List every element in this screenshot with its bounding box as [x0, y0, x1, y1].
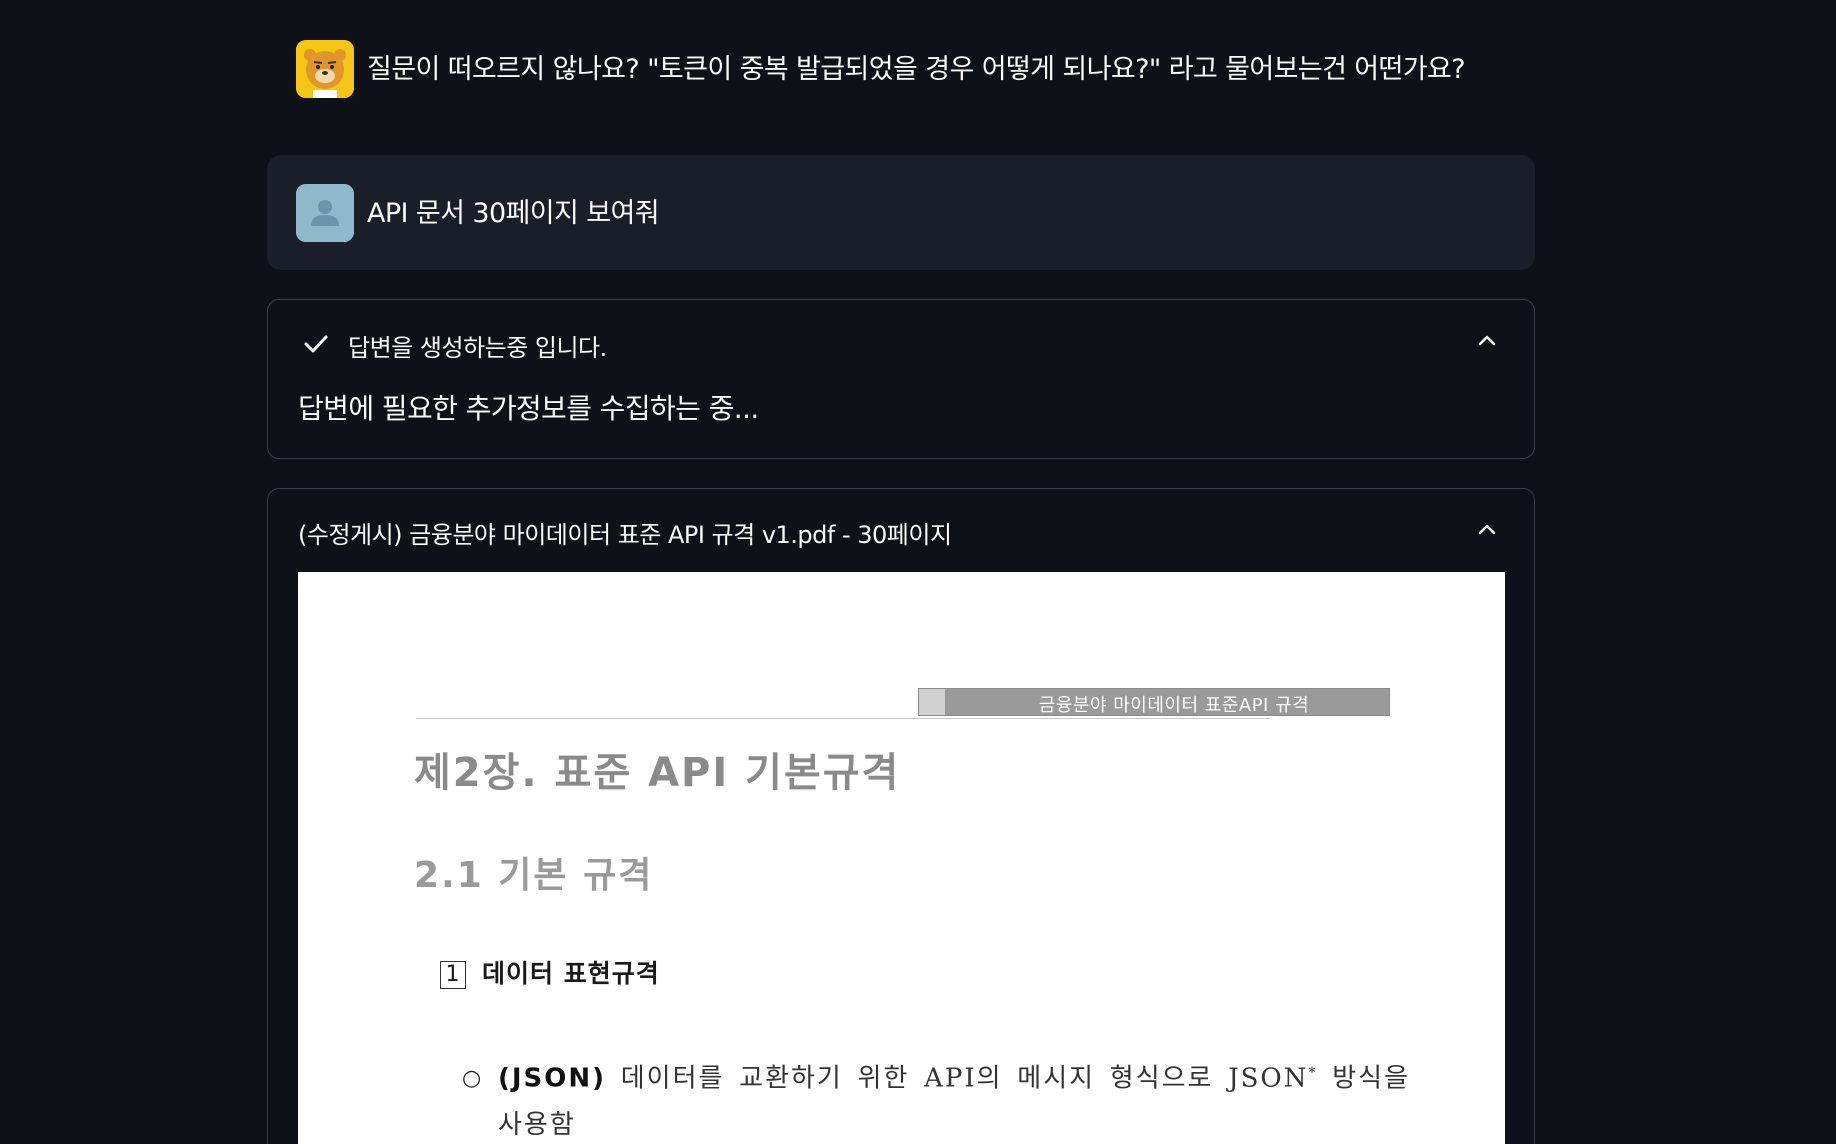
doc-subsection-text: 데이터 표현규격: [482, 959, 660, 988]
doc-paragraph: (JSON) 데이터를 교환하기 위한 API의 메시지 형식으로 JSON* …: [498, 1050, 1410, 1144]
doc-section-title: 2.1 기본 규격: [414, 855, 654, 896]
doc-paragraph-text: 데이터를 교환하기 위한 API의 메시지 형식으로 JSON: [606, 1063, 1309, 1094]
status-expander-title: 답변을 생성하는중 입니다.: [348, 334, 607, 362]
check-icon: [302, 330, 330, 358]
doc-chapter-title: 제2장. 표준 API 기본규격: [414, 750, 901, 796]
doc-header-divider: [416, 718, 1270, 719]
status-expander[interactable]: 답변을 생성하는중 입니다. 답변에 필요한 추가정보를 수집하는 중...: [267, 299, 1535, 459]
status-expander-body: 답변에 필요한 추가정보를 수집하는 중...: [298, 392, 759, 425]
bot-avatar-icon: [296, 40, 354, 98]
user-message: API 문서 30페이지 보여줘: [267, 155, 1535, 270]
doc-subsection-number: 1: [440, 961, 466, 989]
doc-header-text: 금융분야 마이데이터 표준API 규격: [1038, 695, 1310, 716]
pdf-expander[interactable]: (수정게시) 금융분야 마이데이터 표준 API 규격 v1.pdf - 30페…: [267, 488, 1535, 1144]
assistant-message-text: 질문이 떠오르지 않나요? "토큰이 중복 발급되었을 경우 어떻게 되나요?"…: [367, 54, 1466, 85]
assistant-message: 질문이 떠오르지 않나요? "토큰이 중복 발급되었을 경우 어떻게 되나요?"…: [267, 20, 1535, 120]
doc-paragraph-bold: (JSON): [498, 1063, 607, 1094]
doc-paragraph-sup: *: [1308, 1065, 1318, 1081]
doc-subsection-title: 1 데이터 표현규격: [440, 954, 660, 990]
user-message-text: API 문서 30페이지 보여줘: [367, 198, 660, 229]
pdf-expander-title: (수정게시) 금융분야 마이데이터 표준 API 규격 v1.pdf - 30페…: [298, 521, 952, 549]
doc-bullet: ○: [462, 1066, 482, 1091]
chevron-up-icon[interactable]: [1474, 517, 1500, 543]
chevron-up-icon[interactable]: [1474, 328, 1500, 354]
pdf-page-image: 금융분야 마이데이터 표준API 규격 제2장. 표준 API 기본규격 2.1…: [298, 572, 1505, 1144]
chat-page: 질문이 떠오르지 않나요? "토큰이 중복 발급되었을 경우 어떻게 되나요?"…: [0, 0, 1836, 1144]
user-avatar-icon: [296, 184, 354, 242]
doc-header-bar: 금융분야 마이데이터 표준API 규격: [918, 688, 1390, 716]
